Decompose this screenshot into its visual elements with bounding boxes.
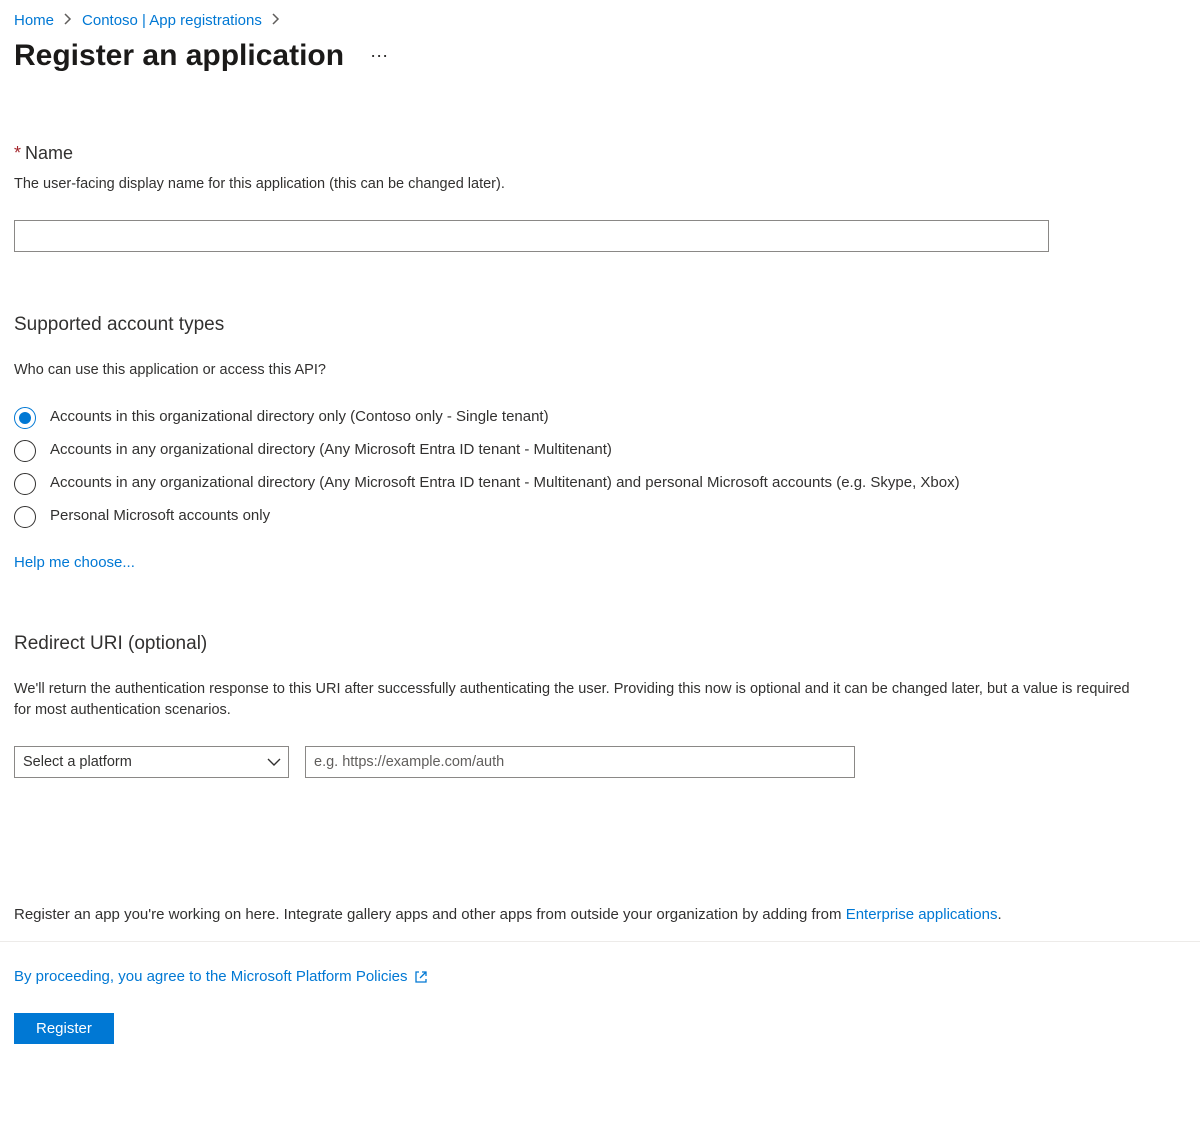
name-label-text: Name (25, 143, 73, 163)
account-types-question: Who can use this application or access t… (14, 360, 1186, 382)
radio-icon (14, 506, 36, 528)
radio-label: Accounts in any organizational directory… (50, 472, 960, 495)
account-types-title: Supported account types (14, 314, 1186, 336)
radio-label: Accounts in this organizational director… (50, 406, 549, 429)
enterprise-applications-link[interactable]: Enterprise applications (846, 906, 998, 923)
radio-label: Personal Microsoft accounts only (50, 505, 270, 528)
radio-option-personal-only[interactable]: Personal Microsoft accounts only (14, 505, 1186, 528)
breadcrumb-app-registrations-link[interactable]: Contoso | App registrations (82, 12, 262, 29)
required-asterisk-icon: * (14, 143, 21, 163)
help-me-choose-link[interactable]: Help me choose... (14, 554, 135, 571)
radio-option-multitenant[interactable]: Accounts in any organizational directory… (14, 439, 1186, 462)
redirect-uri-description: We'll return the authentication response… (14, 679, 1144, 723)
radio-option-multitenant-personal[interactable]: Accounts in any organizational directory… (14, 472, 1186, 495)
page-title: Register an application (14, 39, 344, 73)
breadcrumb: Home Contoso | App registrations (14, 12, 1186, 29)
policies-text: By proceeding, you agree to the Microsof… (14, 968, 408, 985)
radio-icon (14, 407, 36, 429)
redirect-uri-input[interactable] (305, 746, 855, 778)
platform-policies-link[interactable]: By proceeding, you agree to the Microsof… (14, 968, 428, 985)
name-input[interactable] (14, 220, 1049, 252)
footer-note-suffix: . (997, 906, 1001, 923)
account-types-section: Supported account types Who can use this… (14, 314, 1186, 571)
chevron-right-icon (272, 12, 280, 29)
register-button[interactable]: Register (14, 1013, 114, 1044)
chevron-right-icon (64, 12, 72, 29)
account-types-radio-group: Accounts in this organizational director… (14, 406, 1186, 528)
footer-note-prefix: Register an app you're working on here. … (14, 906, 846, 923)
name-section: *Name The user-facing display name for t… (14, 143, 1186, 252)
name-description: The user-facing display name for this ap… (14, 174, 1186, 196)
name-label: *Name (14, 143, 1186, 164)
redirect-uri-title: Redirect URI (optional) (14, 633, 1186, 655)
radio-label: Accounts in any organizational directory… (50, 439, 612, 462)
external-link-icon (414, 970, 428, 984)
divider (0, 941, 1200, 942)
redirect-uri-section: Redirect URI (optional) We'll return the… (14, 633, 1186, 779)
more-icon[interactable]: ⋯ (370, 46, 390, 67)
radio-option-single-tenant[interactable]: Accounts in this organizational director… (14, 406, 1186, 429)
platform-select[interactable]: Select a platform (14, 746, 289, 778)
radio-icon (14, 440, 36, 462)
platform-select-button[interactable]: Select a platform (14, 746, 289, 778)
radio-icon (14, 473, 36, 495)
breadcrumb-home-link[interactable]: Home (14, 12, 54, 29)
footer-note: Register an app you're working on here. … (14, 906, 1186, 923)
